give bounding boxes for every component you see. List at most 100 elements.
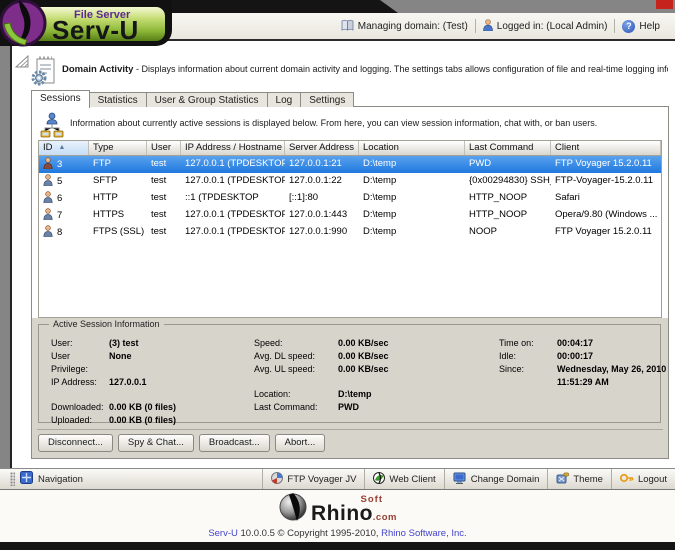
- rhinosoft-logo: Rhino Soft .com: [0, 492, 675, 527]
- bottom-black-band: [0, 542, 675, 550]
- drag-grip-icon[interactable]: [10, 472, 15, 486]
- session-user-icon: [43, 225, 53, 240]
- rhino-software-link[interactable]: Rhino Software, Inc.: [381, 528, 467, 539]
- asi-value: 0.00 KB (0 files): [109, 414, 176, 427]
- sessions-table: ID▲ Type User IP Address / Hostname Serv…: [38, 140, 662, 318]
- asi-value: 0.00 KB/sec: [338, 337, 389, 350]
- managing-domain-label: Managing domain: (Test): [358, 21, 468, 32]
- tab-sessions[interactable]: Sessions: [31, 90, 90, 108]
- corner-red-badge: [656, 0, 673, 9]
- tab-statistics[interactable]: Statistics: [89, 92, 147, 107]
- sessions-panel: Information about currently active sessi…: [31, 106, 669, 459]
- session-user-icon: [43, 157, 53, 172]
- collapse-handle-icon[interactable]: [15, 55, 29, 73]
- web-client-button[interactable]: Web Client: [364, 469, 443, 489]
- sessions-info-text: Information about currently active sessi…: [70, 118, 662, 128]
- navigation-toggle[interactable]: Navigation: [0, 471, 83, 487]
- asi-label: Avg. DL speed:: [254, 350, 338, 363]
- session-row[interactable]: 8 FTPS (SSL) test 127.0.0.1 (TPDESKTOP 1…: [39, 224, 661, 241]
- active-session-info-legend: Active Session Information: [49, 319, 164, 329]
- column-header-client[interactable]: Client: [551, 141, 661, 155]
- abort-button[interactable]: Abort...: [275, 434, 326, 452]
- asi-column-2: Speed:0.00 KB/sec Avg. DL speed:0.00 KB/…: [254, 337, 389, 414]
- serv-u-link[interactable]: Serv-U: [208, 528, 238, 539]
- asi-label: User:: [51, 337, 109, 350]
- actions-divider: [37, 429, 663, 430]
- active-session-info-group: Active Session Information User:(3) test…: [38, 324, 661, 423]
- session-user-icon: [43, 174, 53, 189]
- asi-label: Time on:: [499, 337, 557, 350]
- asi-label: User Privilege:: [51, 350, 109, 376]
- column-header-server-address[interactable]: Server Address: [285, 141, 359, 155]
- tab-strip: Sessions Statistics User & Group Statist…: [31, 90, 353, 107]
- column-header-last-command[interactable]: Last Command: [465, 141, 551, 155]
- asi-value: 127.0.0.1: [109, 376, 176, 389]
- asi-label: Location:: [254, 388, 338, 401]
- com-wordmark: .com: [373, 512, 397, 523]
- theme-icon: [556, 472, 569, 487]
- left-gutter: [0, 46, 12, 468]
- logout-key-icon: [620, 473, 634, 486]
- help-button[interactable]: ? Help: [615, 20, 667, 33]
- asi-value: 0.00 KB/sec: [338, 350, 389, 363]
- asi-value: (3) test: [109, 337, 176, 350]
- asi-column-3: Time on:00:04:17 Idle:00:00:17 Since:Wed…: [499, 337, 666, 389]
- logout-button[interactable]: Logout: [611, 469, 675, 489]
- managing-domain-status: Managing domain: (Test): [334, 19, 475, 34]
- navbar-buttons: FTP Voyager JV Web Client Change Domain …: [262, 469, 675, 489]
- session-row[interactable]: 3 FTP test 127.0.0.1 (TPDESKTOP 127.0.0.…: [39, 156, 661, 173]
- serv-u-admin-window: Managing domain: (Test) Logged in: (Loca…: [0, 0, 675, 550]
- ftp-voyager-button[interactable]: FTP Voyager JV: [262, 469, 364, 489]
- logged-in-label: Logged in: (Local Admin): [497, 21, 608, 32]
- page-title-block: Domain Activity - Displays information a…: [62, 64, 668, 75]
- sort-ascending-icon: ▲: [59, 144, 66, 151]
- asi-value-line2: 11:51:29 AM: [557, 377, 609, 387]
- asi-value: 0.00 KB (0 files): [109, 401, 176, 414]
- web-client-label: Web Client: [389, 474, 435, 485]
- asi-label: IP Address:: [51, 376, 109, 389]
- session-row[interactable]: 5 SFTP test 127.0.0.1 (TPDESKTOP 127.0.0…: [39, 173, 661, 190]
- session-row[interactable]: 6 HTTP test ::1 (TPDESKTOP [::1]:80 D:\t…: [39, 190, 661, 207]
- tab-user-group-statistics[interactable]: User & Group Statistics: [146, 92, 268, 107]
- column-header-user[interactable]: User: [147, 141, 181, 155]
- asi-label: Idle:: [499, 350, 557, 363]
- asi-value: 00:00:17: [557, 350, 666, 363]
- asi-label: Downloaded:: [51, 401, 109, 414]
- help-label: Help: [639, 21, 660, 32]
- ftp-voyager-icon: [271, 472, 283, 487]
- help-icon: ?: [622, 20, 635, 33]
- domain-book-icon: [341, 19, 354, 34]
- session-user-icon: [43, 208, 53, 223]
- action-button-row: Disconnect... Spy & Chat... Broadcast...…: [38, 434, 325, 452]
- tab-log[interactable]: Log: [267, 92, 302, 107]
- disconnect-button[interactable]: Disconnect...: [38, 434, 113, 452]
- broadcast-button[interactable]: Broadcast...: [199, 434, 270, 452]
- column-header-type[interactable]: Type: [89, 141, 147, 155]
- asi-label: Uploaded:: [51, 414, 109, 427]
- spy-chat-button[interactable]: Spy & Chat...: [118, 434, 194, 452]
- theme-label: Theme: [573, 474, 603, 485]
- change-domain-label: Change Domain: [471, 474, 540, 485]
- change-domain-button[interactable]: Change Domain: [444, 469, 548, 489]
- session-row[interactable]: 7 HTTPS test 127.0.0.1 (TPDESKTOP 127.0.…: [39, 207, 661, 224]
- user-icon: [483, 19, 493, 34]
- column-header-id[interactable]: ID▲: [39, 141, 89, 155]
- page-title: Domain Activity: [62, 64, 133, 75]
- brand-plate: File Server Serv-U: [0, 0, 172, 46]
- rhino-wordmark: Rhino Soft .com: [311, 494, 397, 526]
- asi-label: Since:: [499, 363, 557, 389]
- navigation-icon: [20, 471, 33, 487]
- asi-value: Wednesday, May 26, 2010: [557, 364, 666, 374]
- asi-value: 00:04:17: [557, 337, 666, 350]
- column-header-location[interactable]: Location: [359, 141, 465, 155]
- copyright-line: Serv-U 10.0.0.5 © Copyright 1995-2010, R…: [0, 528, 675, 539]
- soft-wordmark: Soft: [361, 494, 383, 505]
- theme-button[interactable]: Theme: [547, 469, 611, 489]
- tab-settings[interactable]: Settings: [300, 92, 354, 107]
- domain-activity-icon: [30, 56, 57, 92]
- asi-value: D:\temp: [338, 388, 389, 401]
- column-header-ip[interactable]: IP Address / Hostname: [181, 141, 285, 155]
- copyright-text: 10.0.0.5 © Copyright 1995-2010,: [238, 528, 381, 539]
- session-user-icon: [43, 191, 53, 206]
- table-header-row: ID▲ Type User IP Address / Hostname Serv…: [39, 141, 661, 156]
